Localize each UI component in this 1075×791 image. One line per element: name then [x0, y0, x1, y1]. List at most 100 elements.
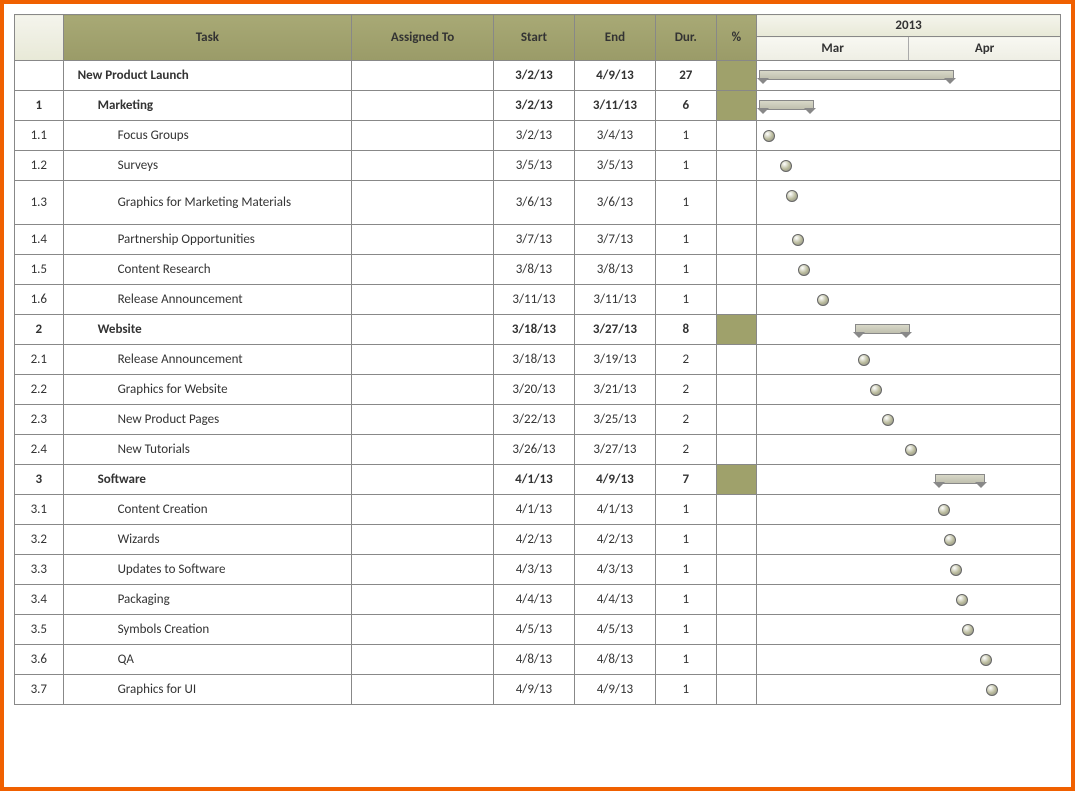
row-assigned[interactable] [352, 435, 494, 465]
row-dur-text: 2 [683, 442, 690, 457]
row-pct[interactable] [716, 315, 757, 345]
row-pct[interactable] [716, 61, 757, 91]
row-pct[interactable] [716, 121, 757, 151]
table-row[interactable]: 1.4Partnership Opportunities3/7/133/7/13… [15, 225, 1061, 255]
row-assigned[interactable] [352, 465, 494, 495]
row-task[interactable]: Partnership Opportunities [63, 225, 352, 255]
gantt-task-dot-icon [792, 234, 804, 246]
table-row[interactable]: 3.6QA4/8/134/8/131 [15, 645, 1061, 675]
table-row[interactable]: 2.1Release Announcement3/18/133/19/132 [15, 345, 1061, 375]
row-assigned[interactable] [352, 181, 494, 225]
row-task[interactable]: Packaging [63, 585, 352, 615]
row-assigned[interactable] [352, 315, 494, 345]
row-task[interactable]: Focus Groups [63, 121, 352, 151]
table-row[interactable]: 1.6Release Announcement3/11/133/11/131 [15, 285, 1061, 315]
row-id [15, 61, 64, 91]
row-pct[interactable] [716, 285, 757, 315]
row-task[interactable]: Graphics for Website [63, 375, 352, 405]
table-row[interactable]: 1.3Graphics for Marketing Materials3/6/1… [15, 181, 1061, 225]
row-assigned[interactable] [352, 525, 494, 555]
row-task[interactable]: Surveys [63, 151, 352, 181]
row-assigned[interactable] [352, 285, 494, 315]
row-pct[interactable] [716, 585, 757, 615]
row-task[interactable]: Graphics for UI [63, 675, 352, 705]
row-dur-text: 2 [683, 352, 690, 367]
row-task[interactable]: Release Announcement [63, 285, 352, 315]
table-row[interactable]: 3.4Packaging4/4/134/4/131 [15, 585, 1061, 615]
table-row[interactable]: 1.5Content Research3/8/133/8/131 [15, 255, 1061, 285]
row-pct[interactable] [716, 91, 757, 121]
table-row[interactable]: 3.3Updates to Software4/3/134/3/131 [15, 555, 1061, 585]
row-task[interactable]: Marketing [63, 91, 352, 121]
row-end-text: 3/5/13 [597, 158, 633, 173]
row-assigned[interactable] [352, 91, 494, 121]
table-row[interactable]: New Product Launch3/2/134/9/1327 [15, 61, 1061, 91]
table-row[interactable]: 3.5Symbols Creation4/5/134/5/131 [15, 615, 1061, 645]
row-task[interactable]: New Tutorials [63, 435, 352, 465]
row-pct[interactable] [716, 405, 757, 435]
row-dur-text: 2 [683, 382, 690, 397]
row-end: 3/6/13 [574, 181, 655, 225]
row-task[interactable]: Content Creation [63, 495, 352, 525]
row-start-text: 4/1/13 [515, 472, 553, 487]
row-pct[interactable] [716, 495, 757, 525]
row-pct[interactable] [716, 525, 757, 555]
row-assigned[interactable] [352, 555, 494, 585]
table-row[interactable]: 3.2Wizards4/2/134/2/131 [15, 525, 1061, 555]
table-row[interactable]: 2.2Graphics for Website3/20/133/21/132 [15, 375, 1061, 405]
row-assigned[interactable] [352, 151, 494, 181]
table-row[interactable]: 3.1Content Creation4/1/134/1/131 [15, 495, 1061, 525]
row-assigned[interactable] [352, 61, 494, 91]
row-end: 3/27/13 [574, 435, 655, 465]
row-pct[interactable] [716, 255, 757, 285]
gantt-task-dot-icon [962, 624, 974, 636]
row-task[interactable]: Wizards [63, 525, 352, 555]
row-id: 3.2 [15, 525, 64, 555]
row-assigned[interactable] [352, 495, 494, 525]
row-task[interactable]: Symbols Creation [63, 615, 352, 645]
row-pct[interactable] [716, 645, 757, 675]
row-assigned[interactable] [352, 121, 494, 151]
row-pct[interactable] [716, 675, 757, 705]
row-pct[interactable] [716, 555, 757, 585]
row-task[interactable]: Release Announcement [63, 345, 352, 375]
row-assigned[interactable] [352, 255, 494, 285]
table-row[interactable]: 3.7Graphics for UI4/9/134/9/131 [15, 675, 1061, 705]
row-task[interactable]: Content Research [63, 255, 352, 285]
row-pct[interactable] [716, 181, 757, 225]
row-assigned[interactable] [352, 585, 494, 615]
table-row[interactable]: 1Marketing3/2/133/11/136 [15, 91, 1061, 121]
col-header-assigned: Assigned To [352, 15, 494, 61]
row-pct[interactable] [716, 615, 757, 645]
row-assigned[interactable] [352, 405, 494, 435]
row-pct[interactable] [716, 151, 757, 181]
table-row[interactable]: 2.4New Tutorials3/26/133/27/132 [15, 435, 1061, 465]
row-task[interactable]: New Product Launch [63, 61, 352, 91]
row-assigned[interactable] [352, 615, 494, 645]
row-pct[interactable] [716, 345, 757, 375]
table-row[interactable]: 2Website3/18/133/27/138 [15, 315, 1061, 345]
row-pct[interactable] [716, 435, 757, 465]
row-pct[interactable] [716, 225, 757, 255]
table-row[interactable]: 1.2Surveys3/5/133/5/131 [15, 151, 1061, 181]
gantt-task-dot-icon [870, 384, 882, 396]
row-task[interactable]: Updates to Software [63, 555, 352, 585]
row-task[interactable]: QA [63, 645, 352, 675]
table-row[interactable]: 2.3New Product Pages3/22/133/25/132 [15, 405, 1061, 435]
row-task[interactable]: New Product Pages [63, 405, 352, 435]
gantt-area [757, 285, 1060, 314]
table-row[interactable]: 1.1Focus Groups3/2/133/4/131 [15, 121, 1061, 151]
row-assigned[interactable] [352, 375, 494, 405]
row-task[interactable]: Website [63, 315, 352, 345]
row-task[interactable]: Graphics for Marketing Materials [63, 181, 352, 225]
row-task[interactable]: Software [63, 465, 352, 495]
row-pct[interactable] [716, 465, 757, 495]
row-dur: 6 [655, 91, 716, 121]
row-assigned[interactable] [352, 225, 494, 255]
table-row[interactable]: 3Software4/1/134/9/137 [15, 465, 1061, 495]
row-assigned[interactable] [352, 345, 494, 375]
row-assigned[interactable] [352, 675, 494, 705]
row-pct[interactable] [716, 375, 757, 405]
row-assigned[interactable] [352, 645, 494, 675]
row-end: 4/9/13 [574, 61, 655, 91]
